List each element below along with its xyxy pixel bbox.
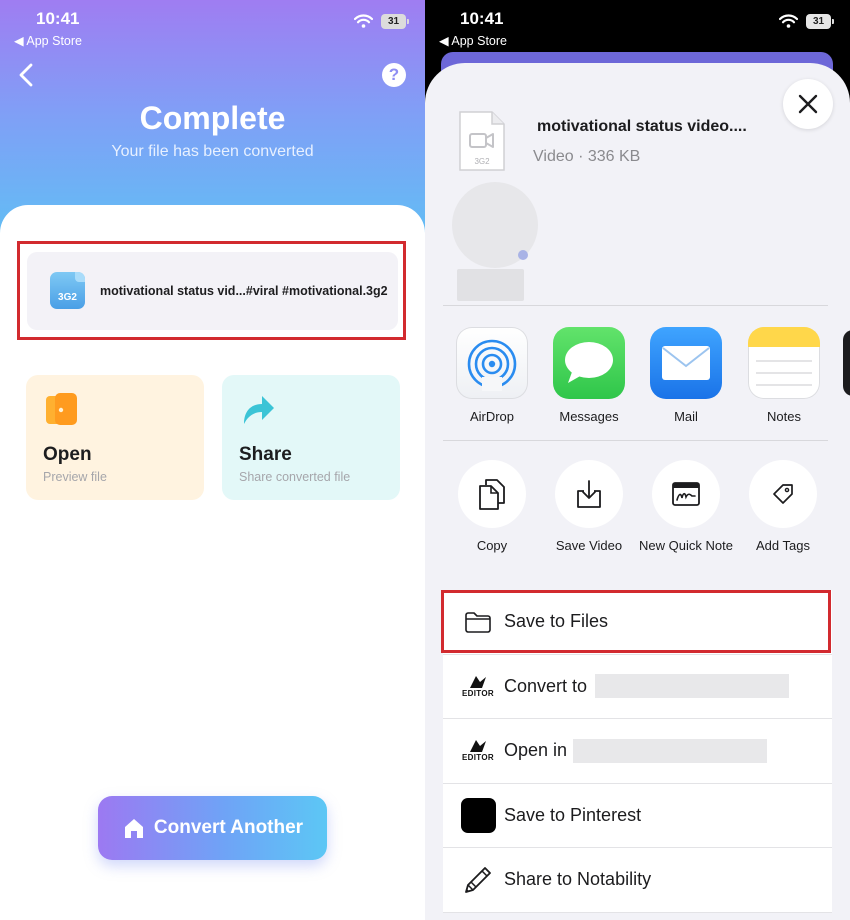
action-save-video[interactable]: Save Video — [555, 460, 623, 553]
action-label: Add Tags — [756, 538, 810, 553]
row-share-to-notability[interactable]: Share to Notability — [443, 848, 832, 913]
action-label: Copy — [476, 538, 508, 553]
row-label: Save to Pinterest — [504, 804, 642, 825]
page-title: Complete — [139, 100, 286, 136]
app-label: Notes — [767, 409, 801, 424]
app-label: Mail — [674, 409, 698, 424]
close-button[interactable] — [783, 79, 833, 129]
action-add-tags[interactable]: Add Tags — [749, 460, 817, 553]
redacted-app-name — [595, 674, 789, 699]
sheet-file-meta: Video · 336 KB — [533, 148, 641, 165]
copy-icon — [479, 479, 505, 510]
left-screen: 10:41 ◀ App Store 31 ? Complete Your fil… — [0, 0, 425, 920]
share-tile[interactable]: Share Share converted file — [222, 375, 400, 500]
share-title: Share — [239, 444, 292, 465]
app-label: AirDrop — [469, 409, 515, 424]
video-file-icon: 3G2 — [459, 111, 505, 171]
highlight-box — [17, 241, 406, 340]
convert-another-label: Convert Another — [153, 817, 304, 838]
open-subtitle: Preview file — [43, 470, 107, 484]
chevron-left-icon[interactable] — [14, 62, 40, 88]
row-label: Open in — [504, 740, 568, 761]
pinterest-icon — [459, 796, 497, 834]
divider — [443, 440, 828, 441]
download-tray-icon — [577, 480, 601, 508]
app-notes[interactable]: Notes — [748, 327, 820, 424]
home-icon — [124, 819, 143, 838]
svg-text:3G2: 3G2 — [474, 157, 490, 166]
share-subtitle: Share converted file — [239, 470, 351, 484]
open-file-icon — [46, 393, 77, 425]
back-to-app-store[interactable]: ◀ App Store — [439, 33, 507, 48]
action-copy[interactable]: Copy — [458, 460, 526, 553]
notes-icon — [748, 327, 820, 399]
app-messages[interactable]: Messages — [553, 327, 625, 424]
messages-icon — [553, 327, 625, 399]
row-label: Share to Notability — [504, 869, 652, 890]
contact-badge — [518, 250, 528, 260]
open-tile[interactable]: Open Preview file — [26, 375, 204, 500]
row-open-in[interactable]: EDITOR Open in — [443, 719, 832, 784]
status-icons: 31 — [779, 12, 834, 30]
convert-another-button[interactable]: Convert Another — [98, 796, 327, 860]
wifi-icon — [779, 14, 798, 28]
help-icon[interactable]: ? — [382, 63, 406, 87]
airdrop-icon — [456, 327, 528, 399]
tag-icon — [773, 484, 793, 504]
contact-name-placeholder — [457, 269, 524, 301]
next-app-peek[interactable] — [843, 330, 850, 396]
divider — [443, 305, 828, 306]
action-label: New Quick Note — [639, 538, 733, 553]
highlight-box — [441, 590, 831, 653]
back-to-app-store[interactable]: ◀ App Store — [14, 33, 82, 48]
status-icons: 31 — [354, 12, 409, 30]
sheet-file-name: motivational status video.... — [537, 118, 747, 135]
status-time: 10:41 — [36, 9, 80, 28]
mail-icon — [650, 327, 722, 399]
editor-icon: EDITOR — [459, 732, 497, 770]
close-icon — [798, 94, 818, 114]
app-airdrop[interactable]: AirDrop — [456, 327, 528, 424]
row-convert-to[interactable]: EDITOR Convert to — [443, 655, 832, 719]
editor-icon: EDITOR — [459, 667, 497, 705]
right-screen: 10:41 ◀ App Store 31 3G2 motivational st… — [425, 0, 850, 920]
app-label: Messages — [559, 409, 619, 424]
battery-icon: 31 — [381, 13, 409, 29]
action-label: Save Video — [555, 538, 623, 553]
app-mail[interactable]: Mail — [650, 327, 722, 424]
row-save-to-pinterest[interactable]: Save to Pinterest — [443, 784, 832, 848]
pencil-icon — [459, 861, 497, 899]
quick-note-icon — [672, 482, 700, 506]
share-arrow-icon — [244, 396, 274, 424]
status-time: 10:41 — [460, 9, 504, 28]
battery-icon: 31 — [806, 13, 834, 29]
wifi-icon — [354, 14, 373, 28]
action-new-quick-note[interactable]: New Quick Note — [639, 460, 733, 553]
page-subtitle: Your file has been converted — [111, 143, 314, 160]
redacted-app-name — [573, 738, 767, 763]
row-label: Convert to — [504, 675, 588, 696]
open-title: Open — [43, 444, 92, 465]
